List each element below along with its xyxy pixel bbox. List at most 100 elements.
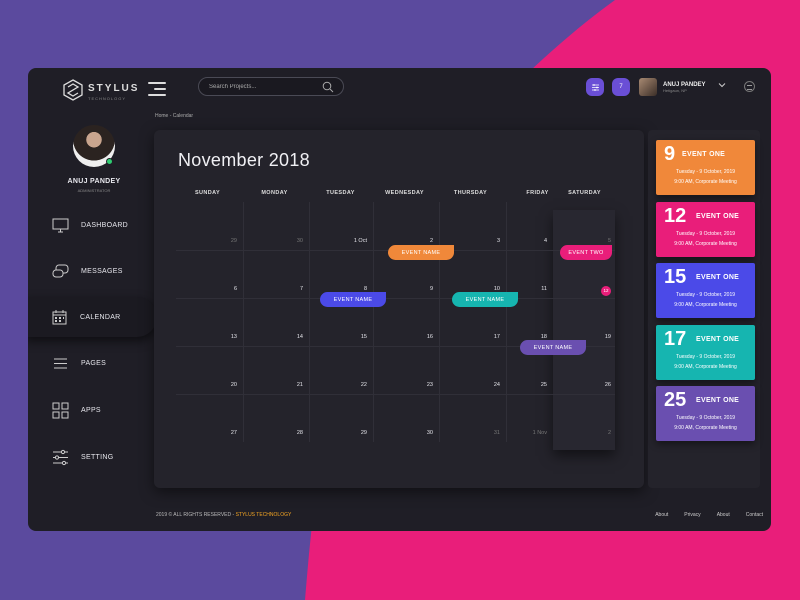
footer-company-link[interactable]: STYLUS TECHNOLOGY	[236, 512, 292, 518]
calendar-day[interactable]: 27	[177, 430, 237, 436]
event-card[interactable]: 15 EVENT ONE Tuesday - 9 October, 2019 9:00…	[656, 263, 755, 318]
calendar-event[interactable]: EVENT NAME	[520, 340, 586, 355]
monitor-icon	[52, 218, 69, 232]
calendar-day[interactable]: 30	[373, 430, 433, 436]
grid-line	[176, 298, 615, 299]
sidebar-item-label: CALENDAR	[80, 313, 121, 321]
calendar-day[interactable]: 13	[177, 334, 237, 340]
event-card-day: 15	[664, 266, 687, 288]
filter-button[interactable]	[586, 78, 604, 96]
weekday-header: WEDNESDAY	[385, 190, 424, 196]
footer-link-about[interactable]: About	[655, 512, 668, 518]
profile-card: ANUJ PANDEY ADMINISTRATOR	[64, 125, 124, 193]
event-card-title: EVENT ONE	[696, 212, 740, 220]
calendar-day[interactable]: 1 Oct	[307, 238, 367, 244]
breadcrumb: Home - Calendar	[155, 113, 194, 119]
search-box	[198, 77, 344, 96]
calendar-day[interactable]: 1 Nov	[487, 430, 547, 436]
footer-links: About Privacy About Contact	[655, 512, 763, 518]
footer-copyright: 2019 © ALL RIGHTS RESERVED - STYLUS TECH…	[156, 512, 291, 518]
event-card-date: Tuesday - 9 October, 2019	[675, 415, 736, 421]
sidebar-item-label: PAGES	[81, 359, 107, 367]
calendar-day[interactable]: 26	[551, 382, 611, 388]
calendar-day[interactable]: 2	[551, 430, 611, 436]
calendar-day[interactable]: 14	[243, 334, 303, 340]
online-status-icon	[106, 158, 113, 165]
event-card-title: EVENT ONE	[682, 151, 726, 158]
brand-logo[interactable]: STYLUS TECHNOLOGY	[62, 78, 139, 101]
event-card[interactable]: 17 EVENT ONE Tuesday - 9 October, 2019 9:00…	[656, 324, 755, 380]
calendar-day[interactable]: 20	[177, 382, 237, 388]
calendar-day[interactable]: 21	[243, 382, 303, 388]
apps-grid-icon	[52, 402, 69, 418]
more-options-icon[interactable]	[744, 81, 755, 92]
calendar-day[interactable]: 29	[177, 238, 237, 244]
event-card-day: 12	[664, 204, 687, 227]
calendar-day[interactable]: 23	[373, 382, 433, 388]
user-name: ANUJ PANDEY	[663, 81, 706, 88]
chevron-down-icon[interactable]	[718, 81, 726, 89]
event-card-detail: 9:00 AM, Corporate Meeting	[674, 363, 737, 370]
sidebar-item-label: SETTING	[81, 453, 114, 461]
calendar-day[interactable]: 30	[243, 238, 303, 244]
event-card-detail: 9:00 AM, Corporate Meeting	[674, 179, 737, 185]
calendar-day[interactable]: 6	[177, 286, 237, 292]
sidebar-item-calendar[interactable]: CALENDAR	[28, 297, 157, 337]
event-card-date: Tuesday - 9 October, 2019	[675, 292, 736, 298]
sidebar-item-dashboard[interactable]: DASHBOARD	[52, 208, 162, 242]
calendar-event[interactable]: EVENT NAME	[320, 292, 386, 307]
calendar-day[interactable]: 5	[551, 238, 611, 244]
calendar-day[interactable]: 2	[373, 238, 433, 244]
app-window: STYLUS TECHNOLOGY 7 ANUJ PANDEY Hetigaun…	[28, 68, 771, 531]
calendar-day[interactable]: 29	[307, 430, 367, 436]
sidebar-item-apps[interactable]: APPS	[52, 393, 162, 427]
sidebar-item-label: MESSAGES	[81, 267, 123, 275]
profile-avatar[interactable]	[73, 125, 115, 167]
sidebar-item-setting[interactable]: SETTING	[52, 440, 162, 474]
sliders-icon	[53, 449, 68, 465]
calendar-day[interactable]: 16	[373, 334, 433, 340]
sidebar-item-messages[interactable]: MESSAGES	[52, 254, 162, 288]
filter-icon	[591, 83, 599, 91]
event-card[interactable]: 9 EVENT ONE Tuesday - 9 October, 2019 9:00 …	[656, 140, 755, 195]
event-card-title: EVENT ONE	[696, 335, 740, 343]
footer-link-privacy[interactable]: Privacy	[684, 512, 700, 518]
sidebar-item-pages[interactable]: PAGES	[52, 346, 162, 380]
event-card-day: 9	[664, 143, 676, 165]
calendar-event[interactable]: EVENT TWO	[560, 245, 612, 260]
hamburger-menu-icon[interactable]	[148, 82, 166, 96]
calendar-day[interactable]: 12	[551, 286, 611, 296]
calendar-day[interactable]: 4	[487, 238, 547, 244]
calendar-icon	[52, 309, 67, 324]
notification-badge[interactable]: 7	[612, 78, 630, 96]
calendar-day[interactable]: 7	[243, 286, 303, 292]
user-menu[interactable]: ANUJ PANDEY Hetigaun, NP	[639, 78, 706, 96]
calendar-day[interactable]: 15	[307, 334, 367, 340]
list-icon	[54, 358, 67, 368]
calendar-event[interactable]: EVENT NAME	[388, 245, 454, 260]
footer-link-about-2[interactable]: About	[717, 512, 730, 518]
search-input[interactable]	[209, 83, 319, 90]
sidebar-item-label: DASHBOARD	[81, 221, 129, 229]
calendar-day[interactable]: 25	[487, 382, 547, 388]
search-icon[interactable]	[322, 81, 334, 93]
weekday-header: MONDAY	[261, 190, 288, 196]
event-card-detail: 9:00 AM, Corporate Meeting	[674, 240, 737, 247]
event-card-detail: 9:00 AM, Corporate Meeting	[674, 425, 737, 431]
copyright-text: 2019 © ALL RIGHTS RESERVED -	[156, 512, 236, 518]
event-card-date: Tuesday - 9 October, 2019	[675, 169, 736, 175]
event-card-title: EVENT ONE	[696, 274, 740, 281]
footer-link-contact[interactable]: Contact	[746, 512, 763, 518]
chat-icon	[52, 264, 69, 277]
upcoming-events-panel: 9 EVENT ONE Tuesday - 9 October, 2019 9:00 …	[648, 130, 760, 488]
calendar-event[interactable]: EVENT NAME	[452, 292, 518, 307]
user-location: Hetigaun, NP	[663, 87, 687, 93]
profile-role: ADMINISTRATOR	[77, 188, 111, 193]
event-card[interactable]: 12 EVENT ONE Tuesday - 9 October, 2019 9:00…	[656, 201, 755, 257]
event-card-detail: 9:00 AM, Corporate Meeting	[674, 302, 737, 308]
weekday-header: SUNDAY	[194, 190, 221, 196]
avatar	[639, 78, 657, 96]
calendar-day[interactable]: 22	[307, 382, 367, 388]
calendar-day[interactable]: 28	[243, 430, 303, 436]
event-card[interactable]: 25 EVENT ONE Tuesday - 9 October, 2019 9:00…	[656, 386, 755, 441]
